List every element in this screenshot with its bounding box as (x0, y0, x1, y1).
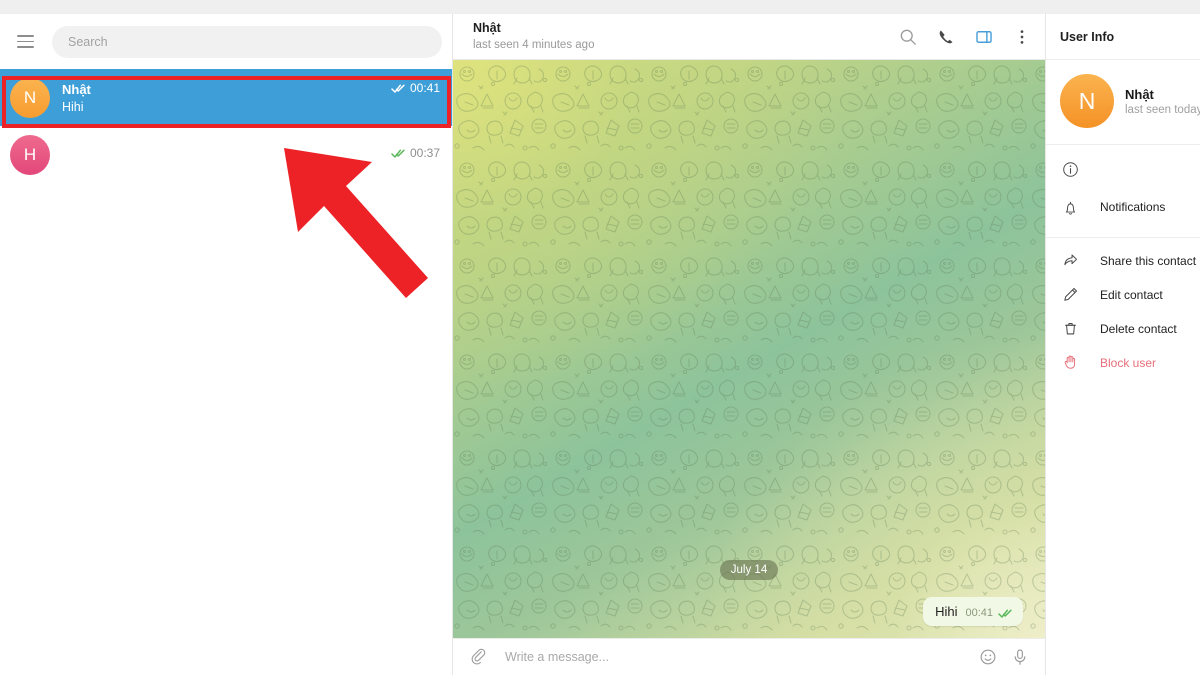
chat-item-meta: 00:37 (391, 146, 440, 160)
chat-item-top-row: Nhật 00:41 (62, 81, 440, 97)
message-text: Hihi (935, 604, 958, 619)
sidebar-header: Search (0, 14, 452, 69)
avatar-letter: H (23, 144, 37, 164)
user-info-panel: User Info N Nhật last seen today Notific… (1045, 14, 1200, 675)
message-time: 00:41 (965, 607, 993, 619)
phone-icon[interactable] (937, 28, 955, 46)
chat-list-item-second[interactable]: H 00:37 (0, 126, 452, 183)
search-icon[interactable] (899, 28, 917, 46)
chat-item-preview: Hihi (62, 99, 84, 114)
chat-item-content: 00:37 (62, 146, 440, 163)
share-contact-label: Share this contact (1100, 253, 1197, 268)
chat-item-time: 00:37 (409, 146, 440, 160)
message-composer: Write a message... (453, 638, 1045, 675)
user-info-notifications-row[interactable]: Notifications (1046, 200, 1200, 237)
conversation-subtitle: last seen 4 minutes ago (473, 38, 595, 51)
share-contact-button[interactable]: Share this contact (1046, 252, 1200, 286)
more-vertical-icon[interactable] (1013, 28, 1031, 46)
edit-contact-label: Edit contact (1100, 287, 1163, 302)
message-bubble-outgoing[interactable]: Hihi 00:41 (923, 597, 1023, 626)
search-placeholder: Search (68, 34, 108, 49)
double-check-icon (998, 608, 1013, 619)
chat-list-sidebar: Search N Nhật 00:41 Hihi H 00:37 (0, 14, 453, 675)
avatar: N (1060, 74, 1114, 128)
message-meta: 00:41 (965, 607, 1013, 619)
delete-contact-label: Delete contact (1100, 321, 1177, 336)
double-check-icon (391, 83, 406, 94)
search-input[interactable]: Search (52, 25, 442, 58)
conversation-header-actions (899, 28, 1031, 46)
delete-contact-button[interactable]: Delete contact (1046, 320, 1200, 354)
notifications-label: Notifications (1100, 200, 1166, 214)
bell-icon (1065, 201, 1076, 215)
user-info-actions: Share this contact Edit contact Delete c… (1046, 238, 1200, 388)
message-row: Hihi 00:41 (475, 597, 1023, 626)
user-info-name: Nhật (1125, 86, 1154, 102)
conversation-header: Nhật last seen 4 minutes ago (453, 14, 1045, 60)
panel-toggle-icon[interactable] (975, 28, 993, 46)
microphone-icon[interactable] (1011, 648, 1029, 666)
user-info-details-section: Notifications (1046, 145, 1200, 238)
user-info-status: last seen today (1125, 103, 1200, 116)
smiley-icon[interactable] (979, 648, 997, 666)
block-user-button[interactable]: Block user (1046, 354, 1200, 388)
pencil-icon (1064, 287, 1078, 301)
user-info-profile: N Nhật last seen today (1046, 60, 1200, 145)
chat-list: N Nhật 00:41 Hihi H 00:37 (0, 69, 452, 675)
conversation-title-block: Nhật last seen 4 minutes ago (473, 20, 899, 53)
user-info-detail-row (1046, 161, 1200, 200)
app-body: Search N Nhật 00:41 Hihi H 00:37 Nhật la… (0, 14, 1200, 675)
date-separator-wrap: July 14 (475, 560, 1023, 580)
hamburger-menu-icon[interactable] (12, 29, 38, 55)
avatar-letter: N (23, 87, 37, 107)
chat-wallpaper: July 14 Hihi 00:41 (453, 60, 1045, 638)
chat-item-name: Nhật (62, 81, 91, 97)
message-input-placeholder: Write a message... (505, 650, 609, 664)
trash-icon (1064, 322, 1077, 335)
message-list: July 14 Hihi 00:41 (453, 60, 1045, 638)
avatar-letter: N (1078, 87, 1096, 114)
avatar: N (10, 77, 50, 118)
share-arrow-icon (1064, 254, 1078, 266)
chat-item-content: Nhật 00:41 Hihi (62, 81, 440, 114)
chat-list-item-nhat[interactable]: N Nhật 00:41 Hihi (0, 69, 452, 126)
block-hand-icon (1064, 355, 1076, 369)
info-circle-icon (1063, 162, 1078, 177)
block-user-label: Block user (1100, 355, 1157, 370)
conversation-panel: Nhật last seen 4 minutes ago July 14 Hih… (453, 14, 1045, 675)
user-info-title: User Info (1060, 29, 1115, 44)
user-info-names: Nhật last seen today (1125, 87, 1200, 116)
chat-item-top-row: 00:37 (62, 146, 440, 160)
date-separator: July 14 (719, 560, 779, 580)
double-check-icon (391, 148, 406, 159)
message-input[interactable]: Write a message... (501, 650, 965, 664)
chat-item-meta: 00:41 (391, 81, 440, 95)
telegram-web-app: Search N Nhật 00:41 Hihi H 00:37 Nhật la… (0, 0, 1200, 675)
user-info-header: User Info (1046, 14, 1200, 60)
chat-item-time: 00:41 (409, 81, 440, 96)
avatar: H (10, 134, 50, 175)
paperclip-icon[interactable] (469, 648, 487, 666)
conversation-title: Nhật (473, 21, 501, 36)
edit-contact-button[interactable]: Edit contact (1046, 286, 1200, 320)
top-chrome-strip (0, 0, 1200, 14)
